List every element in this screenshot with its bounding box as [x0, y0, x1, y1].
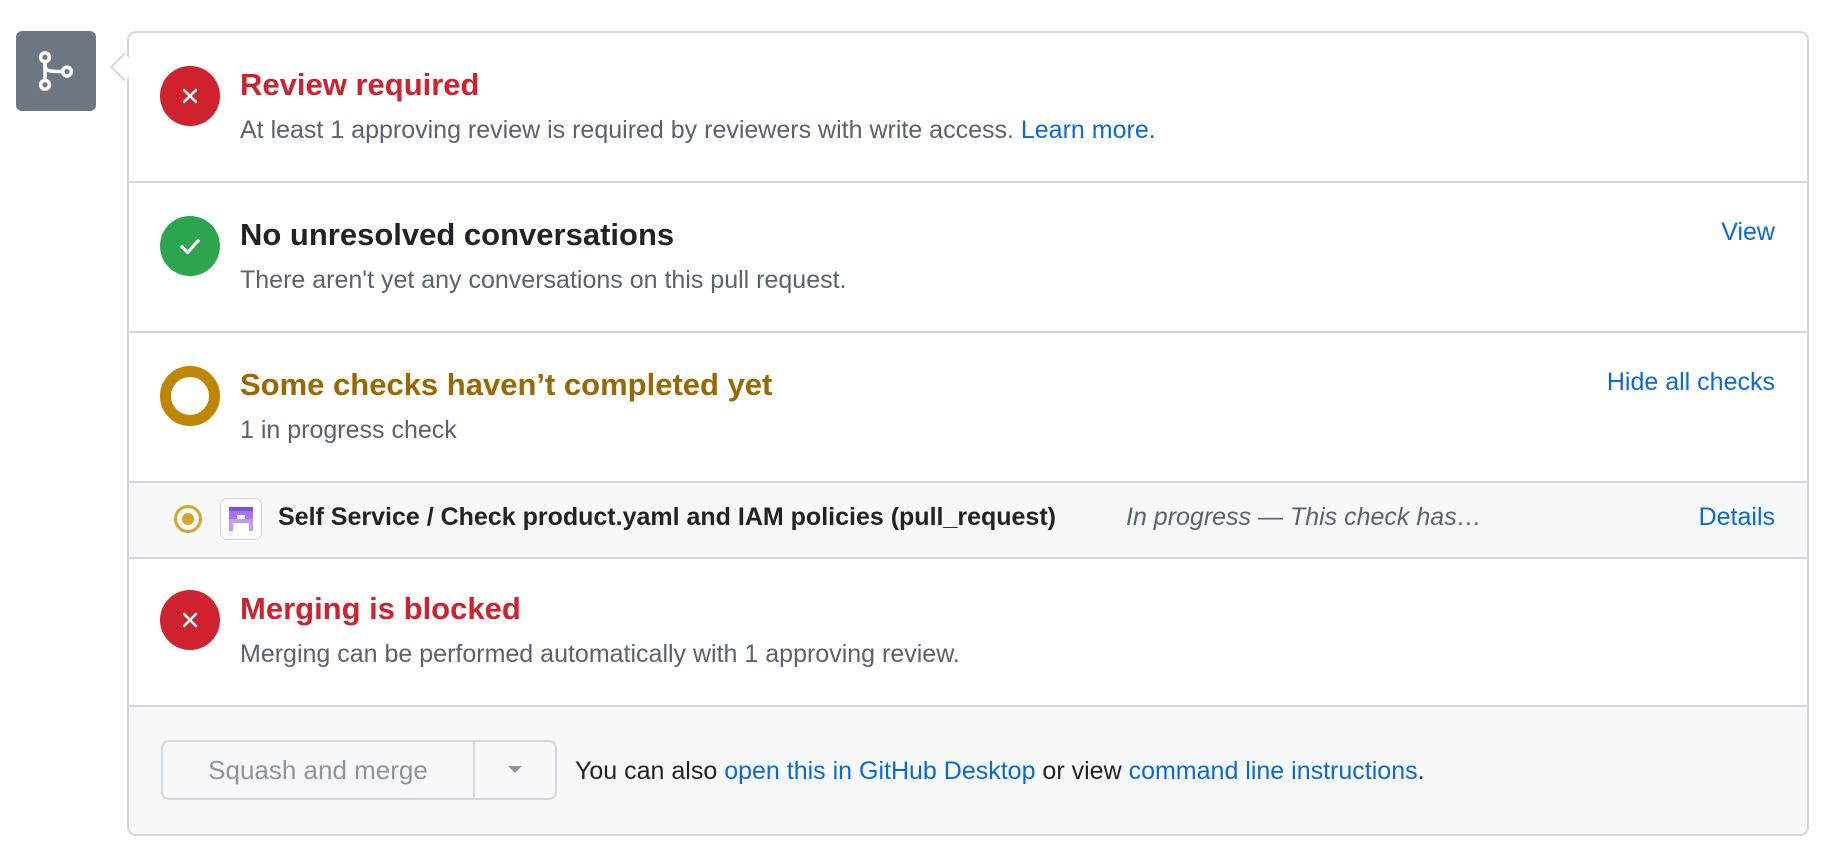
- check-name: Self Service / Check product.yaml and IA…: [278, 503, 1056, 531]
- checks-section: Some checks haven’t completed yet 1 in p…: [129, 333, 1807, 483]
- github-desktop-link[interactable]: open this in GitHub Desktop: [724, 757, 1035, 785]
- note-middle: or view: [1035, 757, 1129, 785]
- check-details-link[interactable]: Details: [1699, 503, 1775, 532]
- review-required-description: At least 1 approving review is required …: [240, 116, 1156, 145]
- conversations-section: No unresolved conversations There aren't…: [129, 183, 1807, 333]
- review-required-section: Review required At least 1 approving rev…: [129, 33, 1807, 183]
- conversations-description: There aren't yet any conversations on th…: [240, 266, 847, 294]
- check-status: In progress — This check has…: [1126, 503, 1482, 531]
- learn-more-link[interactable]: Learn more.: [1021, 116, 1156, 144]
- note-prefix: You can also: [575, 757, 725, 785]
- squash-and-merge-button[interactable]: Squash and merge: [163, 742, 475, 798]
- review-required-text: At least 1 approving review is required …: [240, 116, 1021, 144]
- checks-title: Some checks haven’t completed yet: [240, 367, 773, 402]
- merge-actions-area: Squash and merge You can also open this …: [129, 707, 1807, 834]
- x-circle-icon: [160, 66, 220, 126]
- merge-button-group: Squash and merge: [161, 740, 557, 800]
- check-circle-icon: [160, 216, 220, 276]
- merge-alternatives-note: You can also open this in GitHub Desktop…: [575, 757, 1425, 786]
- merging-blocked-title: Merging is blocked: [240, 591, 521, 626]
- merging-blocked-section: Merging is blocked Merging can be perfor…: [129, 559, 1807, 707]
- command-line-instructions-link[interactable]: command line instructions: [1129, 757, 1418, 785]
- conversations-title: No unresolved conversations: [240, 217, 675, 252]
- view-conversations-link[interactable]: View: [1721, 218, 1775, 247]
- merge-method-dropdown[interactable]: [475, 742, 555, 798]
- pending-ring-icon: [160, 366, 220, 426]
- merging-blocked-description: Merging can be performed automatically w…: [240, 640, 960, 668]
- note-suffix: .: [1417, 757, 1425, 785]
- git-branch-icon: [38, 51, 74, 91]
- merge-box: Review required At least 1 approving rev…: [127, 31, 1809, 836]
- hide-all-checks-link[interactable]: Hide all checks: [1607, 368, 1775, 397]
- github-app-avatar-icon: [220, 498, 262, 540]
- triangle-down-icon: [508, 766, 522, 773]
- git-branch-icon-box: [16, 31, 96, 111]
- check-item-row: Self Service / Check product.yaml and IA…: [129, 483, 1807, 559]
- checks-description: 1 in progress check: [240, 416, 457, 444]
- in-progress-dot-icon: [174, 505, 202, 533]
- x-circle-icon: [160, 590, 220, 650]
- review-required-title: Review required: [240, 67, 480, 102]
